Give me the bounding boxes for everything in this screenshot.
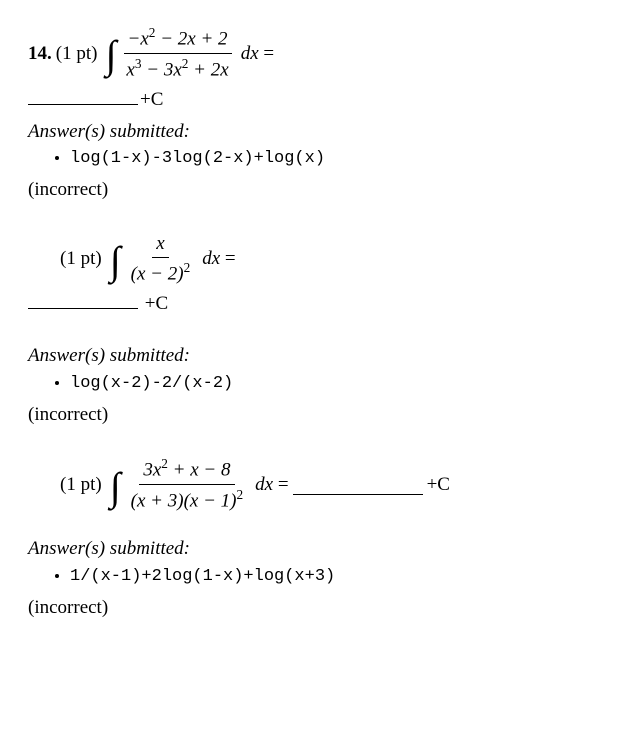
numerator: x (152, 231, 168, 259)
question-line: (1 pt) ∫ x (x − 2)2 dx = (60, 231, 589, 288)
dx-equals: dx = (241, 41, 274, 67)
submitted-answers-list: 1/(x-1)+2log(1-x)+log(x+3) (28, 566, 589, 589)
answers-submitted-label: Answer(s) submitted: (28, 343, 589, 369)
answer-blank-line: +C (28, 85, 589, 113)
submitted-answers-list: log(x-2)-2/(x-2) (28, 373, 589, 396)
submitted-answers-list: log(1-x)-3log(2-x)+log(x) (28, 148, 589, 171)
answers-submitted-label: Answer(s) submitted: (28, 536, 589, 562)
submitted-answer: 1/(x-1)+2log(1-x)+log(x+3) (70, 566, 589, 589)
answers-submitted-label: Answer(s) submitted: (28, 119, 589, 145)
problem-3: (1 pt) ∫ 3x2 + x − 8 (x + 3)(x − 1)2 dx … (28, 455, 589, 620)
integrand-fraction: x (x − 2)2 (127, 231, 195, 288)
integrand-fraction: 3x2 + x − 8 (x + 3)(x − 1)2 (127, 455, 248, 514)
submitted-answer: log(1-x)-3log(2-x)+log(x) (70, 148, 589, 171)
points-label: (1 pt) (56, 41, 98, 67)
dx-equals: dx = (255, 472, 288, 498)
integrand-fraction: −x2 − 2x + 2 x3 − 3x2 + 2x (122, 24, 232, 83)
submitted-answer: log(x-2)-2/(x-2) (70, 373, 589, 396)
verdict: (incorrect) (28, 595, 589, 621)
verdict: (incorrect) (28, 402, 589, 428)
problem-14: 14. (1 pt) ∫ −x2 − 2x + 2 x3 − 3x2 + 2x … (28, 24, 589, 203)
numerator: −x2 − 2x + 2 (124, 24, 232, 54)
denominator: (x − 2)2 (127, 258, 195, 287)
verdict: (incorrect) (28, 177, 589, 203)
points-label: (1 pt) (60, 472, 102, 498)
problem-2: (1 pt) ∫ x (x − 2)2 dx = +C Answer(s) su… (28, 231, 589, 427)
answer-blank[interactable] (28, 289, 138, 309)
numerator: 3x2 + x − 8 (139, 455, 234, 485)
question-line: 14. (1 pt) ∫ −x2 − 2x + 2 x3 − 3x2 + 2x … (28, 24, 589, 83)
problem-number: 14. (28, 41, 52, 67)
denominator: (x + 3)(x − 1)2 (127, 485, 248, 514)
answer-blank[interactable] (293, 475, 423, 495)
plus-c: +C (145, 293, 168, 314)
plus-c: +C (140, 89, 163, 110)
plus-c: +C (427, 472, 450, 498)
answer-blank-line: +C (28, 289, 589, 317)
denominator: x3 − 3x2 + 2x (122, 54, 232, 83)
dx-equals: dx = (202, 246, 235, 272)
answer-blank[interactable] (28, 85, 138, 105)
question-line: (1 pt) ∫ 3x2 + x − 8 (x + 3)(x − 1)2 dx … (60, 455, 589, 514)
points-label: (1 pt) (60, 246, 102, 272)
